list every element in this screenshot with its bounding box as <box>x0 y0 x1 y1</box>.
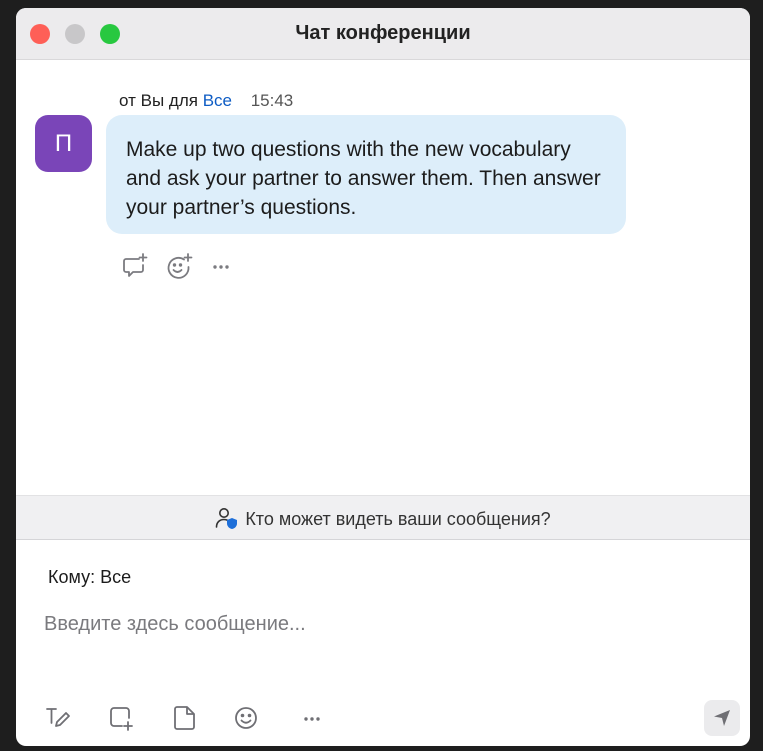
message-time: 15:43 <box>250 91 294 110</box>
recipient-selector[interactable]: Кому: Все <box>48 567 131 588</box>
message-header: от Вы для Все 15:43 <box>119 91 293 111</box>
format-text-icon[interactable] <box>42 702 74 734</box>
add-reaction-icon[interactable] <box>164 251 194 281</box>
message-list[interactable]: от Вы для Все 15:43 П Make up two questi… <box>16 61 750 495</box>
chat-window: Чат конференции от Вы для Все 15:43 П Ma… <box>16 8 750 746</box>
message-sender: Вы <box>140 91 165 110</box>
to-label: Кому: <box>48 567 96 587</box>
window-title: Чат конференции <box>295 22 471 44</box>
visibility-label: Кто может видеть ваши сообщения? <box>245 509 551 529</box>
avatar: П <box>35 115 92 172</box>
title-bar: Чат конференции <box>16 8 750 60</box>
send-icon <box>714 710 730 726</box>
message-input[interactable] <box>44 604 704 644</box>
message-bubble[interactable]: Make up two questions with the new vocab… <box>106 115 626 234</box>
user-shield-icon <box>216 508 238 529</box>
more-icon[interactable] <box>296 702 328 734</box>
to-value: Все <box>100 567 132 587</box>
file-icon[interactable] <box>169 702 201 734</box>
message-for-word: для <box>168 91 198 110</box>
compose-area: Кому: Все <box>16 540 750 746</box>
send-button[interactable] <box>704 700 740 736</box>
message-recipient-link[interactable]: Все <box>203 91 232 110</box>
message-from-prefix: от <box>119 91 136 110</box>
screenshot-icon[interactable] <box>105 702 137 734</box>
reply-icon[interactable] <box>120 251 150 281</box>
emoji-icon[interactable] <box>230 702 262 734</box>
message-visibility-bar[interactable]: Кто может видеть ваши сообщения? <box>16 495 750 540</box>
more-icon[interactable] <box>206 251 236 281</box>
